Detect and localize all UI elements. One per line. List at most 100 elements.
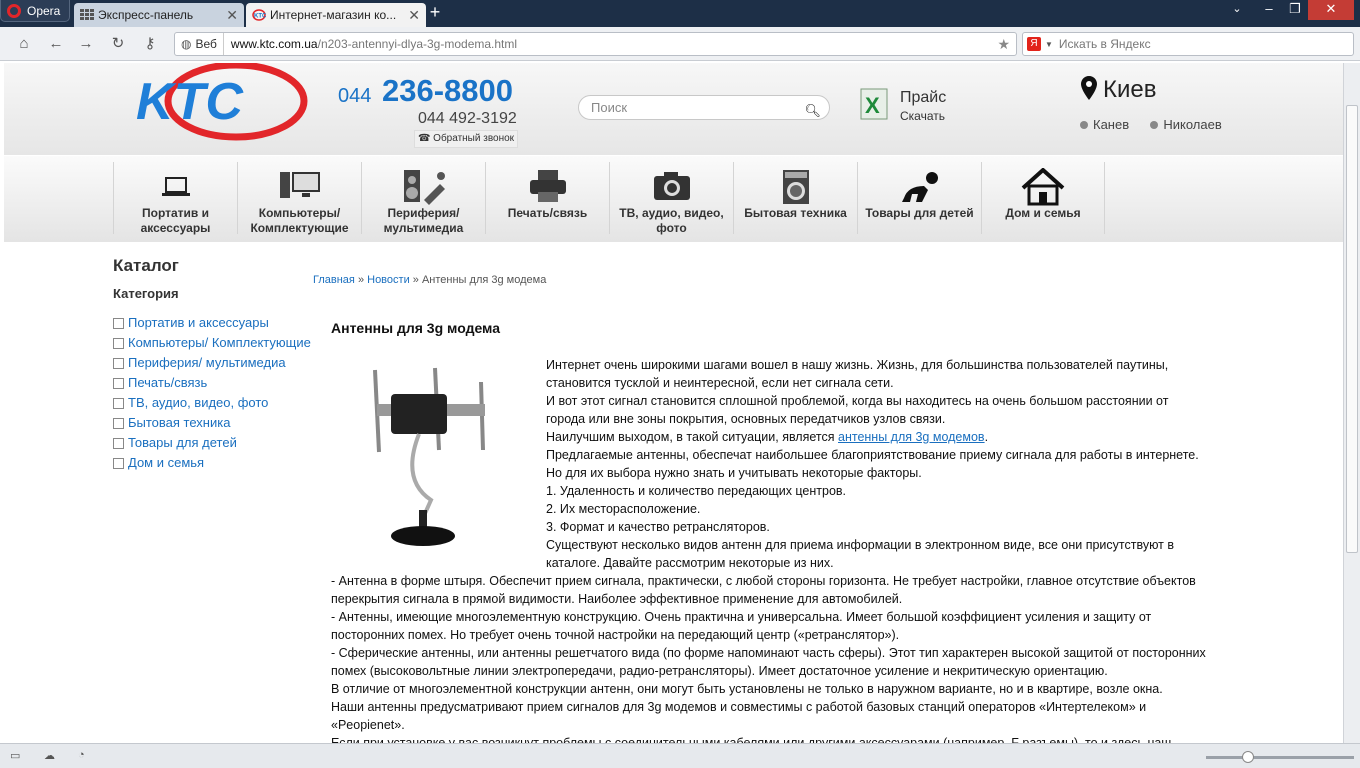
svg-text:KTC: KTC xyxy=(136,73,244,131)
article-paragraph: - Сферические антенны, или антенны решет… xyxy=(331,646,1206,678)
close-tab-icon[interactable]: ✕ xyxy=(408,7,420,24)
yandex-search-field[interactable]: Я ▼ Искать в Яндекс xyxy=(1022,32,1354,56)
category-item[interactable]: Дом и семья xyxy=(113,453,313,473)
reload-icon[interactable]: ↻ xyxy=(108,34,128,54)
breadcrumb-current: Антенны для 3g модема xyxy=(421,274,547,286)
laptop-icon xyxy=(161,177,190,196)
city-current: Киев xyxy=(1103,76,1157,103)
city-selector[interactable]: Киев xyxy=(1080,75,1156,104)
maximize-button[interactable]: ❐ xyxy=(1280,0,1310,20)
back-icon[interactable]: ← xyxy=(46,34,66,54)
category-item[interactable]: Периферия/ мультимедиа xyxy=(113,353,313,373)
category-item[interactable]: ТВ, аудио, видео, фото xyxy=(113,393,313,413)
browser-tab-bar: Opera Экспресс-панель ✕ KTC Интернет-маг… xyxy=(0,0,1360,27)
security-badge[interactable]: ◍ Веб xyxy=(175,33,224,55)
bookmark-star-icon[interactable]: ★ xyxy=(997,36,1010,53)
camera-icon xyxy=(653,172,690,200)
nav-label: Компьютеры/ Комплектующие xyxy=(250,206,349,235)
house-icon xyxy=(1021,168,1065,206)
opera-menu-button[interactable]: Opera xyxy=(0,0,70,22)
antenna-product-image xyxy=(373,367,485,546)
ktc-favicon-icon: KTC xyxy=(252,9,266,21)
search-icon[interactable]: 🔍︎ xyxy=(804,99,821,122)
category-item[interactable]: Бытовая техника xyxy=(113,413,313,433)
zoom-slider[interactable] xyxy=(1206,751,1354,763)
key-icon[interactable]: ⚷ xyxy=(140,34,160,54)
baby-icon xyxy=(901,172,938,202)
opera-logo-icon xyxy=(7,3,21,18)
computer-icon xyxy=(279,172,320,198)
close-tab-icon[interactable]: ✕ xyxy=(226,7,238,24)
city-link-nikolaev[interactable]: Николаев xyxy=(1163,117,1221,132)
speed-icon[interactable]: ◔ xyxy=(78,749,94,763)
city-link-kanev[interactable]: Канев xyxy=(1093,117,1129,132)
zoom-slider-knob[interactable] xyxy=(1242,751,1254,763)
scrollbar-thumb[interactable] xyxy=(1346,105,1358,553)
opera-menu-label: Opera xyxy=(27,3,61,18)
antenna-link[interactable]: антенны для 3g модемов xyxy=(838,430,985,444)
breadcrumb-sep: » xyxy=(412,274,419,286)
grid-icon xyxy=(80,9,94,20)
printer-icon xyxy=(529,170,566,202)
nav-computers[interactable]: Компьютеры/ Комплектующие xyxy=(237,162,361,235)
article-paragraph: Наши антенны предусматривают прием сигна… xyxy=(331,700,1147,732)
nav-printing[interactable]: Печать/связь xyxy=(485,162,609,234)
article-paragraph: Если при установке у вас возникнут пробл… xyxy=(331,736,1172,743)
svg-text:KTC: KTC xyxy=(254,14,266,20)
nav-home[interactable]: Дом и семья xyxy=(981,162,1105,234)
site-search-input[interactable]: Поиск 🔍︎ xyxy=(578,95,830,120)
breadcrumb-home[interactable]: Главная xyxy=(313,274,355,286)
nav-label: Печать/связь xyxy=(507,206,588,220)
price-subtitle: Скачать xyxy=(900,109,945,123)
tab-label: Интернет-магазин ко... xyxy=(270,8,397,22)
article-intro: Интернет очень широкими шагами вошел в н… xyxy=(546,356,1211,572)
forward-icon[interactable]: → xyxy=(76,34,96,54)
nav-label: Дом и семья xyxy=(1005,206,1081,220)
article-paragraph: И вот этот сигнал становится сплошной пр… xyxy=(546,394,1169,426)
price-download[interactable]: X Прайс Скачать xyxy=(859,87,979,127)
ktc-logo[interactable]: KTC xyxy=(132,63,310,143)
article-paragraph: В отличие от многоэлементной конструкции… xyxy=(331,682,1163,696)
security-badge-label: Веб xyxy=(195,37,217,51)
dropdown-arrow-icon[interactable]: ▼ xyxy=(1045,40,1053,49)
tab-list-icon[interactable]: ⌄ xyxy=(1222,0,1252,20)
new-tab-button[interactable]: + xyxy=(426,2,444,23)
callback-button[interactable]: ☎ Обратный звонок xyxy=(414,130,518,148)
tab-speed-dial[interactable]: Экспресс-панель ✕ xyxy=(74,3,244,27)
panel-toggle-icon[interactable]: ▭ xyxy=(10,749,26,763)
close-window-button[interactable]: ✕ xyxy=(1308,0,1354,20)
article-paragraph: Существуют несколько видов антенн для пр… xyxy=(546,538,1175,570)
nav-tv-audio[interactable]: ТВ, аудио, видео, фото xyxy=(609,162,733,235)
category-item[interactable]: Печать/связь xyxy=(113,373,313,393)
catalog-title: Каталог xyxy=(113,256,179,275)
category-item[interactable]: Товары для детей xyxy=(113,433,313,453)
home-icon[interactable]: ⌂ xyxy=(14,34,34,54)
catalog-sidebar: Каталог Категория Портатив и аксессуары … xyxy=(113,256,313,473)
vertical-scrollbar[interactable] xyxy=(1343,63,1360,743)
category-nav: Портатив и аксессуары Компьютеры/ Компле… xyxy=(4,155,1343,242)
category-item[interactable]: Портатив и аксессуары xyxy=(113,313,313,333)
tab-active-shop[interactable]: KTC Интернет-магазин ко... ✕ xyxy=(246,3,426,27)
nav-kids[interactable]: Товары для детей xyxy=(857,162,981,234)
phone-icon: ☎ xyxy=(417,133,434,144)
article-body: - Антенна в форме штыря. Обеспечит прием… xyxy=(331,572,1211,743)
breadcrumb-news[interactable]: Новости xyxy=(367,274,410,286)
yandex-icon: Я xyxy=(1027,37,1041,51)
nav-appliances[interactable]: Бытовая техника xyxy=(733,162,857,234)
address-field[interactable]: ◍ Веб www.ktc.com.ua/n203-antennyi-dlya-3… xyxy=(174,32,1017,56)
phone-main: 236-8800 xyxy=(382,73,514,108)
nav-portable[interactable]: Портатив и аксессуары xyxy=(113,162,237,235)
bullet-icon xyxy=(1080,121,1088,129)
cloud-icon[interactable]: ☁ xyxy=(44,749,60,763)
phone-secondary: 044 492-3192 xyxy=(418,110,517,127)
tab-label: Экспресс-панель xyxy=(98,8,194,22)
speaker-icon xyxy=(403,170,445,205)
site-header: KTC 044 236-8800 044 492-3192 ☎ Обратный… xyxy=(4,63,1343,155)
nav-peripherals[interactable]: Периферия/ мультимедиа xyxy=(361,162,485,235)
category-item[interactable]: Компьютеры/ Комплектующие xyxy=(113,333,313,353)
url-host: www.ktc.com.ua xyxy=(230,37,318,51)
article-text: Наилучшим выходом, в такой ситуации, явл… xyxy=(546,430,835,444)
category-heading: Категория xyxy=(113,286,179,301)
article-paragraph: Наилучшим выходом, в такой ситуации, явл… xyxy=(546,428,1211,446)
status-bar: ▭ ☁ ◔ xyxy=(0,743,1360,768)
